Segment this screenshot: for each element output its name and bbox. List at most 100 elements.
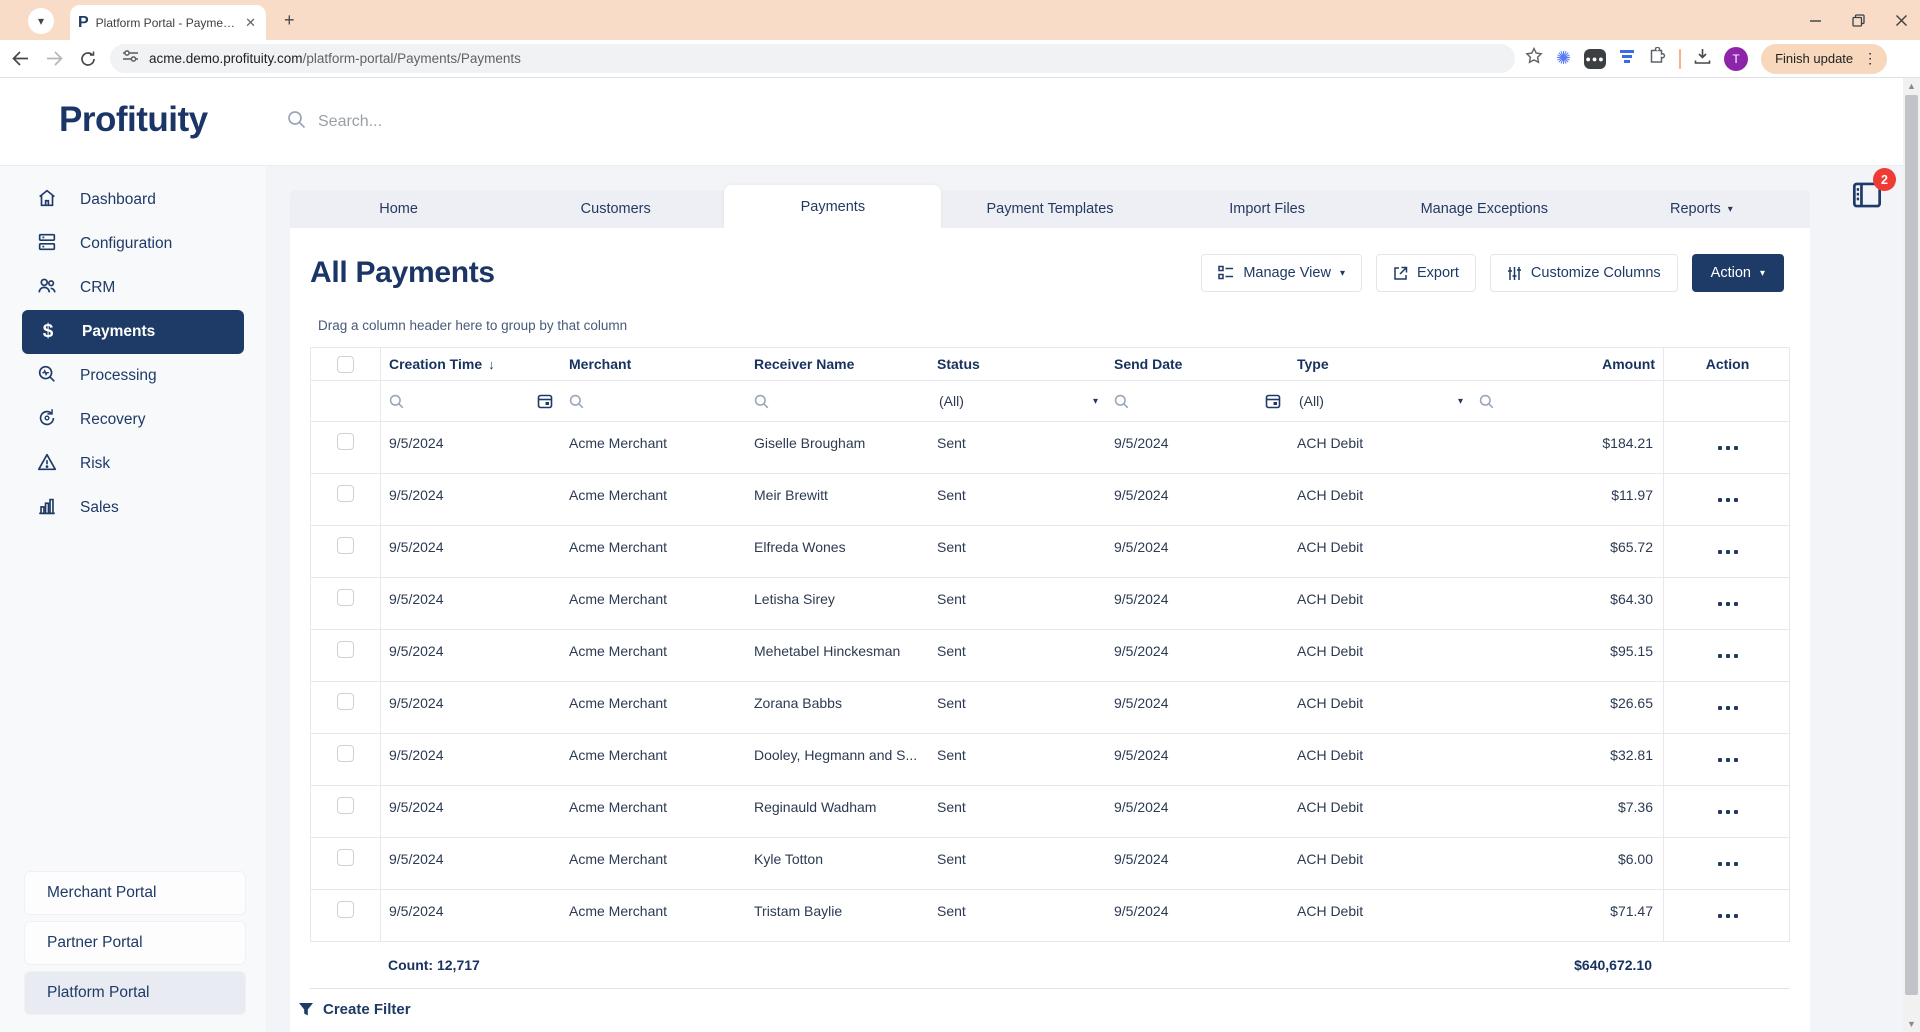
filter-creation-time[interactable]	[381, 381, 561, 421]
calendar-icon[interactable]	[1265, 393, 1281, 409]
row-checkbox[interactable]	[337, 589, 354, 606]
table-row: 9/5/2024 Acme Merchant Mehetabel Hinckes…	[311, 630, 1789, 682]
processing-icon	[36, 363, 58, 390]
browser-tab-title: Platform Portal - Payments - Pa	[96, 16, 236, 30]
cell-creation-time: 9/5/2024	[381, 786, 561, 837]
extension-snowflake-icon[interactable]: ✺	[1556, 48, 1571, 69]
tab-home[interactable]: Home	[290, 190, 507, 228]
sidebar-item-recovery[interactable]: Recovery	[0, 398, 266, 442]
scroll-down-icon[interactable]: ▼	[1903, 1016, 1920, 1032]
tab-payments[interactable]: Payments	[724, 185, 941, 228]
extension-chip-icon[interactable]: ●●●	[1584, 49, 1606, 69]
row-actions-button[interactable]	[1718, 602, 1738, 606]
row-checkbox[interactable]	[337, 797, 354, 814]
column-header-amount[interactable]: Amount	[1471, 348, 1663, 380]
window-close-button[interactable]	[1895, 14, 1908, 27]
partner-portal-button[interactable]: Partner Portal	[25, 922, 245, 964]
row-actions-button[interactable]	[1718, 862, 1738, 866]
tab-manage-exceptions[interactable]: Manage Exceptions	[1376, 190, 1593, 228]
notifications-panel-button[interactable]: 2	[1848, 176, 1892, 220]
sidebar-item-risk[interactable]: Risk	[0, 442, 266, 486]
tab-close-icon[interactable]: ✕	[243, 15, 258, 31]
sidebar-item-configuration[interactable]: Configuration	[0, 222, 266, 266]
row-actions-button[interactable]	[1718, 446, 1738, 450]
tab-customers[interactable]: Customers	[507, 190, 724, 228]
new-tab-button[interactable]: +	[284, 10, 295, 30]
extension-bars-icon[interactable]	[1619, 49, 1635, 69]
column-header-merchant[interactable]: Merchant	[561, 348, 746, 380]
reload-button[interactable]	[74, 51, 102, 67]
sidebar-item-dashboard[interactable]: Dashboard	[0, 178, 266, 222]
cell-type: ACH Debit	[1289, 630, 1471, 681]
column-header-type[interactable]: Type	[1289, 348, 1471, 380]
filter-send-date[interactable]	[1106, 381, 1289, 421]
filter-type-dropdown[interactable]: (All)▾	[1289, 381, 1471, 421]
manage-view-button[interactable]: Manage View▾	[1201, 254, 1362, 292]
downloads-icon[interactable]	[1694, 48, 1711, 70]
sidebar-item-crm[interactable]: CRM	[0, 266, 266, 310]
url-text[interactable]: acme.demo.profituity.com/platform-portal…	[149, 51, 521, 66]
tab-payment-templates[interactable]: Payment Templates	[941, 190, 1158, 228]
row-checkbox[interactable]	[337, 537, 354, 554]
back-button[interactable]	[6, 51, 34, 66]
page-scrollbar[interactable]: ▲ ▼	[1903, 78, 1920, 1032]
scrollbar-thumb[interactable]	[1905, 95, 1918, 995]
url-bar[interactable]: acme.demo.profituity.com/platform-portal…	[110, 44, 1515, 73]
forward-button[interactable]	[40, 51, 68, 66]
window-minimize-button[interactable]	[1809, 14, 1822, 27]
cell-send-date: 9/5/2024	[1106, 526, 1289, 577]
filter-amount[interactable]	[1471, 381, 1663, 421]
row-actions-button[interactable]	[1718, 654, 1738, 658]
create-filter-button[interactable]: Create Filter	[290, 989, 1810, 1018]
tab-search-chevron-icon[interactable]: ▾	[28, 8, 54, 34]
finish-update-button[interactable]: Finish update ⋮	[1761, 44, 1887, 74]
bookmark-star-icon[interactable]	[1525, 47, 1543, 70]
row-checkbox[interactable]	[337, 901, 354, 918]
cell-creation-time: 9/5/2024	[381, 474, 561, 525]
customize-columns-button[interactable]: Customize Columns	[1490, 254, 1678, 292]
window-restore-button[interactable]	[1852, 14, 1865, 27]
export-button[interactable]: Export	[1376, 254, 1476, 292]
column-header-send-date[interactable]: Send Date	[1106, 348, 1289, 380]
browser-profile-avatar[interactable]: T	[1724, 47, 1748, 71]
row-checkbox[interactable]	[337, 641, 354, 658]
row-checkbox[interactable]	[337, 745, 354, 762]
sidebar-item-processing[interactable]: Processing	[0, 354, 266, 398]
cell-merchant: Acme Merchant	[561, 682, 746, 733]
merchant-portal-button[interactable]: Merchant Portal	[25, 872, 245, 914]
row-checkbox[interactable]	[337, 433, 354, 450]
scroll-up-icon[interactable]: ▲	[1903, 78, 1920, 94]
row-actions-button[interactable]	[1718, 550, 1738, 554]
row-checkbox[interactable]	[337, 693, 354, 710]
platform-portal-button[interactable]: Platform Portal	[25, 972, 245, 1014]
kebab-menu-icon[interactable]: ⋮	[1859, 50, 1881, 67]
select-all-checkbox[interactable]	[337, 356, 354, 373]
sidebar-item-payments[interactable]: $ Payments	[22, 310, 244, 354]
cell-receiver-name: Elfreda Wones	[746, 526, 929, 577]
row-actions-button[interactable]	[1718, 758, 1738, 762]
sidebar-item-sales[interactable]: Sales	[0, 486, 266, 530]
action-button[interactable]: Action▾	[1692, 254, 1784, 292]
site-settings-icon[interactable]	[122, 49, 139, 68]
tab-reports[interactable]: Reports▾	[1593, 190, 1810, 228]
cell-type: ACH Debit	[1289, 474, 1471, 525]
cell-send-date: 9/5/2024	[1106, 734, 1289, 785]
table-footer: Count: 12,717 $640,672.10	[310, 942, 1790, 989]
extensions-puzzle-icon[interactable]	[1648, 47, 1666, 70]
browser-tab[interactable]: P Platform Portal - Payments - Pa ✕	[70, 5, 266, 40]
filter-status-dropdown[interactable]: (All)▾	[929, 381, 1106, 421]
column-header-receiver-name[interactable]: Receiver Name	[746, 348, 929, 380]
filter-merchant[interactable]	[561, 381, 746, 421]
row-actions-button[interactable]	[1718, 706, 1738, 710]
global-search-input[interactable]: Search...	[287, 110, 382, 134]
row-checkbox[interactable]	[337, 485, 354, 502]
row-actions-button[interactable]	[1718, 914, 1738, 918]
row-actions-button[interactable]	[1718, 498, 1738, 502]
calendar-icon[interactable]	[537, 393, 553, 409]
column-header-status[interactable]: Status	[929, 348, 1106, 380]
filter-receiver-name[interactable]	[746, 381, 929, 421]
tab-import-files[interactable]: Import Files	[1159, 190, 1376, 228]
column-header-creation-time[interactable]: Creation Time↓	[381, 348, 561, 380]
row-checkbox[interactable]	[337, 849, 354, 866]
row-actions-button[interactable]	[1718, 810, 1738, 814]
